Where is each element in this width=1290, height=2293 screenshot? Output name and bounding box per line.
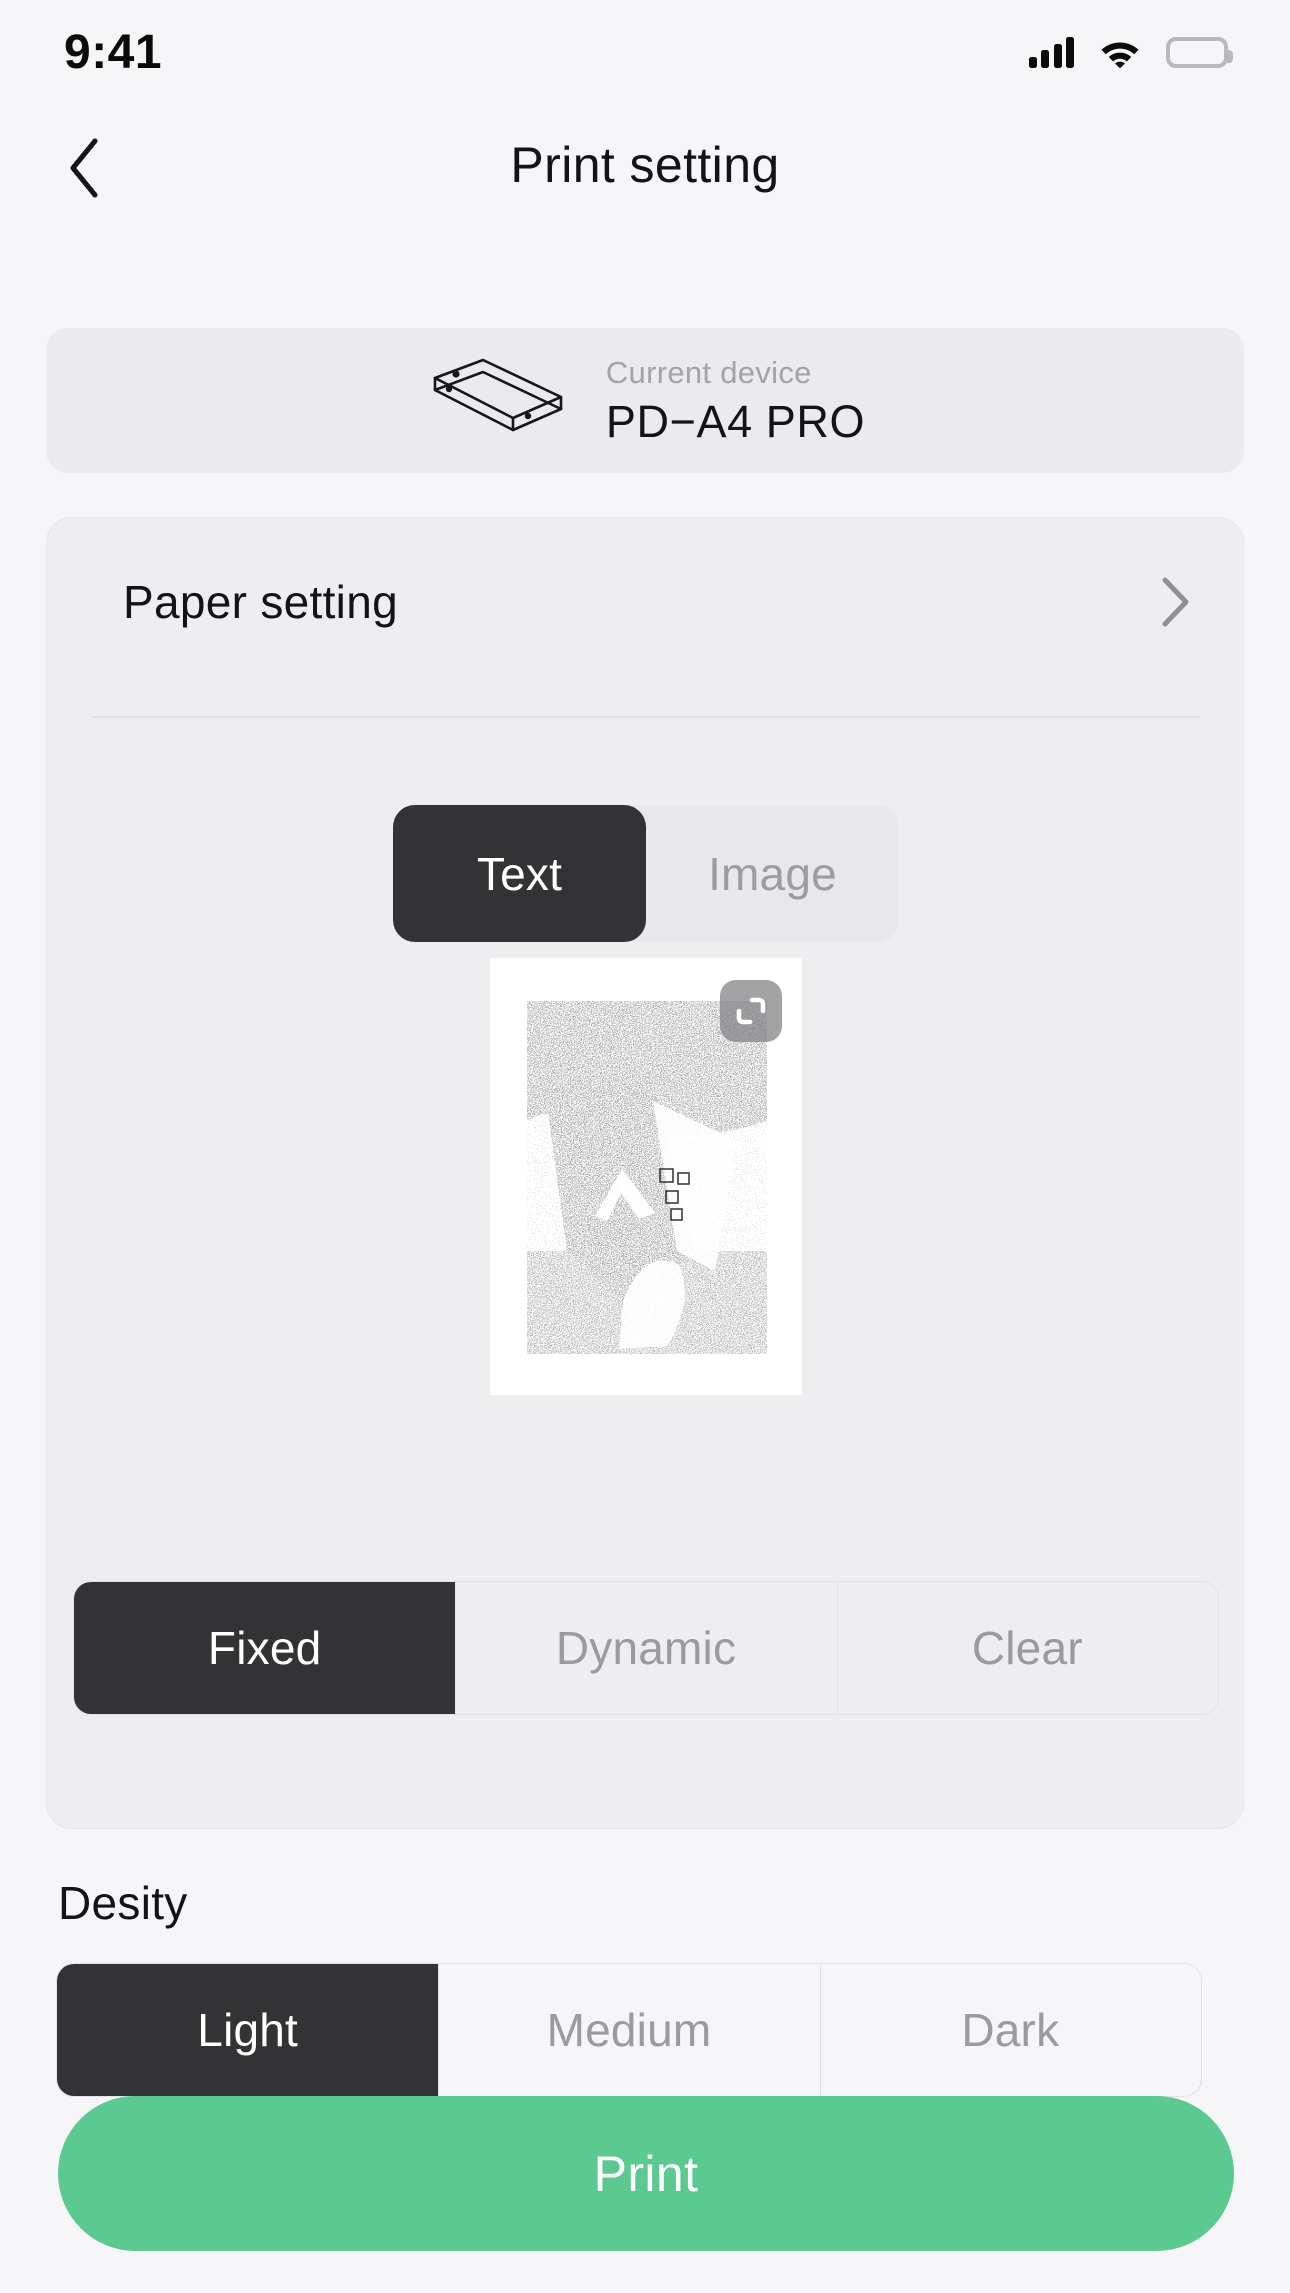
density-section-title: Desity: [58, 1877, 188, 1929]
chevron-right-icon: [1162, 577, 1189, 627]
wifi-icon: [1101, 42, 1139, 68]
settings-card: Paper setting Text Image Fixed Dynamic C…: [46, 517, 1244, 1829]
paper-setting-label: Paper setting: [123, 576, 398, 628]
segment-medium[interactable]: Medium: [438, 1964, 819, 2096]
print-setting-screen: 9:41 Print setting Current device PD−A4 …: [0, 0, 1290, 2293]
segment-light[interactable]: Light: [57, 1964, 439, 2096]
device-text-group: Current device PD−A4 PRO: [606, 354, 865, 446]
back-button[interactable]: [48, 133, 118, 203]
current-device-card[interactable]: Current device PD−A4 PRO: [46, 328, 1244, 473]
navigation-bar: Print setting: [0, 105, 1290, 225]
status-bar: 9:41: [0, 0, 1290, 105]
print-mode-segmented-control: Fixed Dynamic Clear: [73, 1581, 1219, 1715]
print-button[interactable]: Print: [58, 2096, 1234, 2251]
dithered-photo: [527, 1001, 767, 1354]
paper-setting-row[interactable]: Paper setting: [47, 518, 1245, 686]
page-title: Print setting: [510, 137, 780, 193]
battery-icon: [1166, 37, 1233, 68]
segment-clear[interactable]: Clear: [836, 1582, 1218, 1714]
chevron-left-icon: [70, 138, 98, 198]
crop-icon: [736, 997, 766, 1025]
current-device-label: Current device: [605, 355, 812, 391]
section-divider: [91, 716, 1201, 718]
device-name: PD−A4 PRO: [605, 396, 866, 448]
tab-text[interactable]: Text: [393, 805, 646, 942]
preview-photo: [527, 1001, 767, 1354]
crop-button[interactable]: [720, 980, 782, 1042]
status-icon-group: [1028, 36, 1233, 68]
tab-image[interactable]: Image: [646, 805, 899, 942]
printer-device-icon: [433, 358, 563, 431]
segment-dynamic[interactable]: Dynamic: [455, 1582, 836, 1714]
segment-dark[interactable]: Dark: [819, 1964, 1201, 2096]
content-type-tabs: Text Image: [393, 805, 899, 942]
segment-fixed[interactable]: Fixed: [74, 1582, 456, 1714]
density-segmented-control: Light Medium Dark: [56, 1963, 1202, 2097]
signal-bars-icon: [1028, 36, 1074, 68]
status-time: 9:41: [64, 25, 163, 79]
print-preview[interactable]: [490, 958, 802, 1395]
